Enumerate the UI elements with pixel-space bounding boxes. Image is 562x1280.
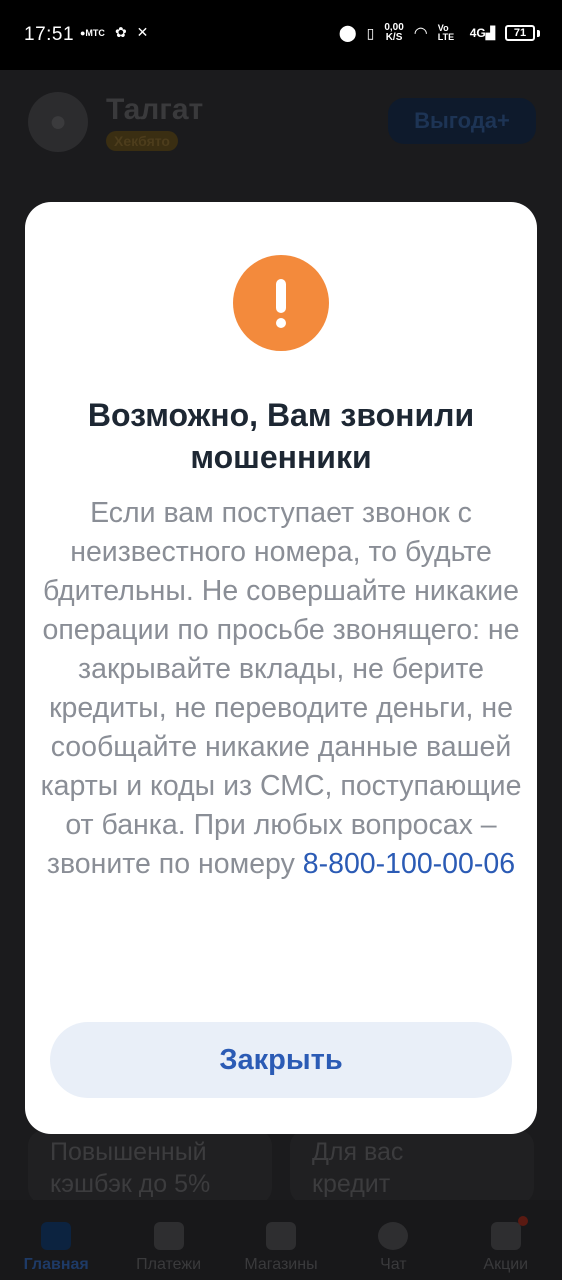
benefit-plus-button[interactable]: Выгода+ (388, 98, 536, 144)
promo-card-credit[interactable]: Для вас кредит (290, 1130, 534, 1204)
dialog-message-text: Если вам поступает звонок с неизвестного… (40, 497, 522, 880)
battery-tip (537, 29, 540, 37)
signal-icon: 4G▟ (469, 26, 495, 40)
user-name: Талгат (106, 93, 204, 126)
fraud-warning-dialog: Возможно, Вам звонили мошенники Если вам… (25, 202, 537, 1134)
chat-icon (378, 1222, 409, 1250)
nav-item-home[interactable]: Главная (6, 1222, 106, 1274)
wifi-icon: ◠ (413, 25, 428, 42)
dialog-title: Возможно, Вам звонили мошенники (87, 397, 475, 475)
payments-icon (153, 1222, 184, 1250)
user-icon: ● (48, 105, 68, 138)
exclamation-bar (276, 279, 286, 313)
battery-icon: 71 (505, 25, 535, 41)
promo-card-cashback[interactable]: Повышенный кэшбэк до 5% (28, 1130, 272, 1204)
notification-icons: ●МТС ✿ ✕ (80, 24, 148, 41)
avatar[interactable]: ● (28, 92, 88, 152)
net-speed: 0,00 K/S (384, 22, 404, 43)
promo-icon (490, 1222, 521, 1250)
home-icon (41, 1222, 72, 1250)
mts-bank-icon: ●МТС (80, 27, 105, 38)
bottom-navigation: Главная Платежи Магазины Чат Акции (0, 1200, 562, 1280)
close-button[interactable]: Закрыть (50, 1022, 512, 1098)
support-phone-link[interactable]: 8-800-100-00-06 (303, 848, 515, 880)
capcut-icon: ✕ (136, 24, 149, 40)
nav-item-payments[interactable]: Платежи (119, 1222, 219, 1274)
shop-icon (265, 1222, 296, 1250)
messenger-icon: ✿ (114, 24, 127, 40)
nav-item-promos[interactable]: Акции (456, 1216, 556, 1274)
user-status-badge: Хекбято (106, 131, 178, 151)
exclamation-dot (276, 318, 286, 328)
notification-dot (517, 1216, 528, 1226)
vibrate-icon: ▯ (366, 24, 375, 41)
volte-icon: Vo LTE (437, 23, 455, 42)
status-time: 17:51 (24, 24, 75, 45)
status-bar: 17:51 ●МТС ✿ ✕ ⬤ ▯ 0,00 K/S ◠ Vo LTE 4G▟… (0, 0, 562, 70)
profile-header: ● Талгат Хекбято (28, 92, 203, 152)
dialog-message: Если вам поступает звонок с неизвестного… (39, 494, 523, 884)
promo-cards: Повышенный кэшбэк до 5% Для вас кредит (28, 1130, 534, 1204)
nav-item-chat[interactable]: Чат (343, 1222, 443, 1274)
system-icons: ⬤ ▯ 0,00 K/S ◠ Vo LTE 4G▟ 71 (339, 23, 540, 43)
warning-icon (233, 255, 329, 351)
nav-item-shops[interactable]: Магазины (231, 1222, 331, 1274)
location-icon: ⬤ (338, 25, 357, 42)
